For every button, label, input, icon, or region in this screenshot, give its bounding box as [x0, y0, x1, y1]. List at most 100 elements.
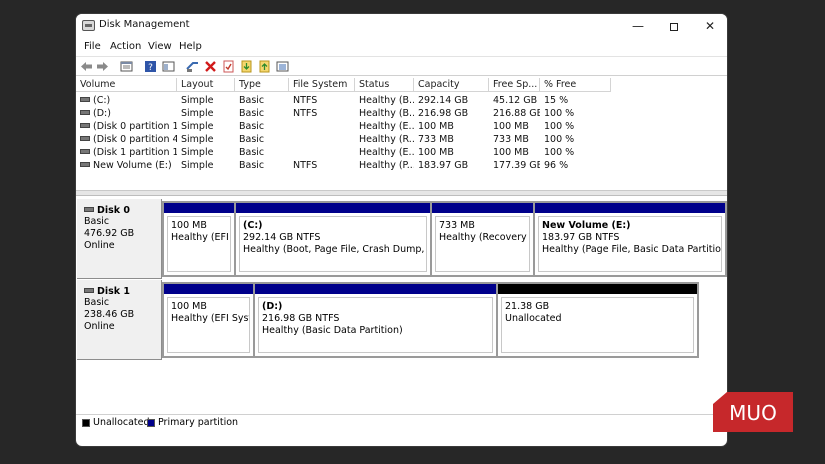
volume-row[interactable]: (Disk 1 partition 1) Simple Basic Healthy (…: [76, 146, 727, 159]
disk-0-partitions: 100 MB Healthy (EFI Sy (C:) 292.14 GB NT…: [162, 201, 727, 277]
list-view-button[interactable]: [275, 59, 290, 74]
volume-cell-capacity: 733 MB: [418, 134, 454, 145]
column-header-capacity[interactable]: Capacity: [414, 78, 489, 92]
partition-color-bar: [255, 284, 496, 294]
volume-row[interactable]: (Disk 0 partition 1) Simple Basic Healthy (…: [76, 120, 727, 133]
list-icon: [276, 61, 289, 72]
volume-cell-capacity: 100 MB: [418, 147, 454, 158]
console-icon: [162, 61, 175, 72]
drive-icon: [80, 149, 90, 154]
disk-0-partition-recovery[interactable]: 733 MB Healthy (Recovery Par: [431, 202, 534, 276]
help-icon: ?: [145, 61, 156, 73]
drive-icon: [80, 123, 90, 128]
volume-cell-status: Healthy (E...: [359, 121, 414, 132]
close-button[interactable]: ✕: [692, 14, 727, 38]
volume-cell-layout: Simple: [181, 108, 214, 119]
disk-0-label[interactable]: Disk 0 Basic 476.92 GB Online: [77, 199, 162, 279]
menu-action[interactable]: Action: [110, 41, 141, 52]
partition-body: 100 MB Healthy (EFI Sy: [167, 216, 231, 272]
check-icon: [223, 60, 234, 73]
menu-help[interactable]: Help: [179, 41, 202, 52]
partition-size: 21.38 GB: [505, 301, 550, 312]
drive-icon: [80, 97, 90, 102]
volume-cell-layout: Simple: [181, 134, 214, 145]
maximize-button[interactable]: [656, 14, 692, 38]
volume-cell-capacity: 100 MB: [418, 121, 454, 132]
console-button[interactable]: [161, 59, 176, 74]
help-button[interactable]: ?: [143, 59, 158, 74]
properties-button[interactable]: [119, 59, 134, 74]
partition-body: 21.38 GB Unallocated: [501, 297, 694, 353]
disk-0-partition-efi[interactable]: 100 MB Healthy (EFI Sy: [163, 202, 235, 276]
connect-button[interactable]: [185, 59, 200, 74]
pane-splitter[interactable]: [76, 191, 727, 196]
volume-row[interactable]: (Disk 0 partition 4) Simple Basic Healthy (…: [76, 133, 727, 146]
volume-cell-type: Basic: [239, 95, 265, 106]
partition-title: (D:): [262, 301, 283, 312]
volume-cell-percent-free: 100 %: [544, 147, 575, 158]
volume-cell-percent-free: 15 %: [544, 95, 569, 106]
import-icon: [241, 60, 252, 73]
back-icon: [81, 62, 92, 71]
volume-cell-layout: Simple: [181, 95, 214, 106]
column-header-volume[interactable]: Volume: [76, 78, 177, 92]
volume-cell-capacity: 216.98 GB: [418, 108, 469, 119]
volume-cell-status: Healthy (B...: [359, 108, 414, 119]
partition-size: 292.14 GB NTFS: [243, 232, 321, 243]
volume-row[interactable]: (D:) Simple Basic NTFS Healthy (B... 216.98 G…: [76, 107, 727, 120]
partition-body: (D:) 216.98 GB NTFS Healthy (Basic Data …: [258, 297, 493, 353]
menu-bar: File Action View Help: [76, 39, 727, 55]
volume-cell-file-system: NTFS: [293, 95, 318, 106]
partition-status: Healthy (Basic Data Partition): [262, 325, 403, 336]
column-header-percent-free[interactable]: % Free: [540, 78, 611, 92]
delete-button[interactable]: [203, 59, 218, 74]
minimize-button[interactable]: —: [620, 14, 656, 38]
check-button[interactable]: [221, 59, 236, 74]
volume-name: New Volume (E:): [93, 160, 172, 171]
volume-row[interactable]: New Volume (E:) Simple Basic NTFS Healthy (P…: [76, 159, 727, 172]
volume-cell-type: Basic: [239, 160, 265, 171]
legend-unallocated: Unallocated: [82, 417, 150, 429]
properties-icon: [120, 61, 133, 72]
partition-size: 216.98 GB NTFS: [262, 313, 340, 324]
volume-name: (Disk 0 partition 1): [93, 121, 177, 132]
disk-1-partition-d[interactable]: (D:) 216.98 GB NTFS Healthy (Basic Data …: [254, 283, 497, 357]
title-bar: Disk Management — ✕: [76, 14, 727, 38]
disk-0-name-row: Disk 0: [84, 205, 161, 216]
volume-row[interactable]: (C:) Simple Basic NTFS Healthy (B... 292.14 G…: [76, 94, 727, 107]
column-header-status[interactable]: Status: [355, 78, 414, 92]
column-header-type[interactable]: Type: [235, 78, 289, 92]
volume-cell-volume: (Disk 1 partition 1): [80, 146, 177, 159]
window-title: Disk Management: [99, 19, 190, 30]
forward-button[interactable]: [95, 59, 110, 74]
volume-cell-volume: (Disk 0 partition 4): [80, 133, 177, 146]
partition-size: 100 MB: [171, 301, 207, 312]
partition-size: 733 MB: [439, 220, 475, 231]
column-header-free-space[interactable]: Free Sp...: [489, 78, 540, 92]
partition-color-bar: [432, 203, 533, 213]
export-button[interactable]: [257, 59, 272, 74]
muo-logo-text: MUO: [729, 401, 777, 425]
toolbar: ?: [76, 56, 727, 76]
legend-primary-partition: Primary partition: [147, 417, 238, 429]
import-button[interactable]: [239, 59, 254, 74]
menu-view[interactable]: View: [148, 41, 172, 52]
legend-label: Unallocated: [93, 417, 150, 428]
volume-cell-file-system: [293, 146, 355, 159]
menu-file[interactable]: File: [84, 41, 101, 52]
disk-0-partition-c[interactable]: (C:) 292.14 GB NTFS Healthy (Boot, Page …: [235, 202, 431, 276]
disk-icon: [84, 207, 94, 212]
column-header-file-system[interactable]: File System: [289, 78, 355, 92]
back-button[interactable]: [79, 59, 94, 74]
disk-1-partition-efi[interactable]: 100 MB Healthy (EFI System: [163, 283, 254, 357]
column-header-layout[interactable]: Layout: [177, 78, 235, 92]
disk-1-name-row: Disk 1: [84, 286, 161, 297]
disk-0-partition-e[interactable]: New Volume (E:) 183.97 GB NTFS Healthy (…: [534, 202, 726, 276]
partition-size: 100 MB: [171, 220, 207, 231]
volume-cell-layout: Simple: [181, 160, 214, 171]
disk-1-size: 238.46 GB: [84, 309, 135, 320]
disk-1-unallocated-space[interactable]: 21.38 GB Unallocated: [497, 283, 698, 357]
disk-1-label[interactable]: Disk 1 Basic 238.46 GB Online: [77, 280, 162, 360]
partition-body: New Volume (E:) 183.97 GB NTFS Healthy (…: [538, 216, 722, 272]
volume-cell-capacity: 292.14 GB: [418, 95, 469, 106]
